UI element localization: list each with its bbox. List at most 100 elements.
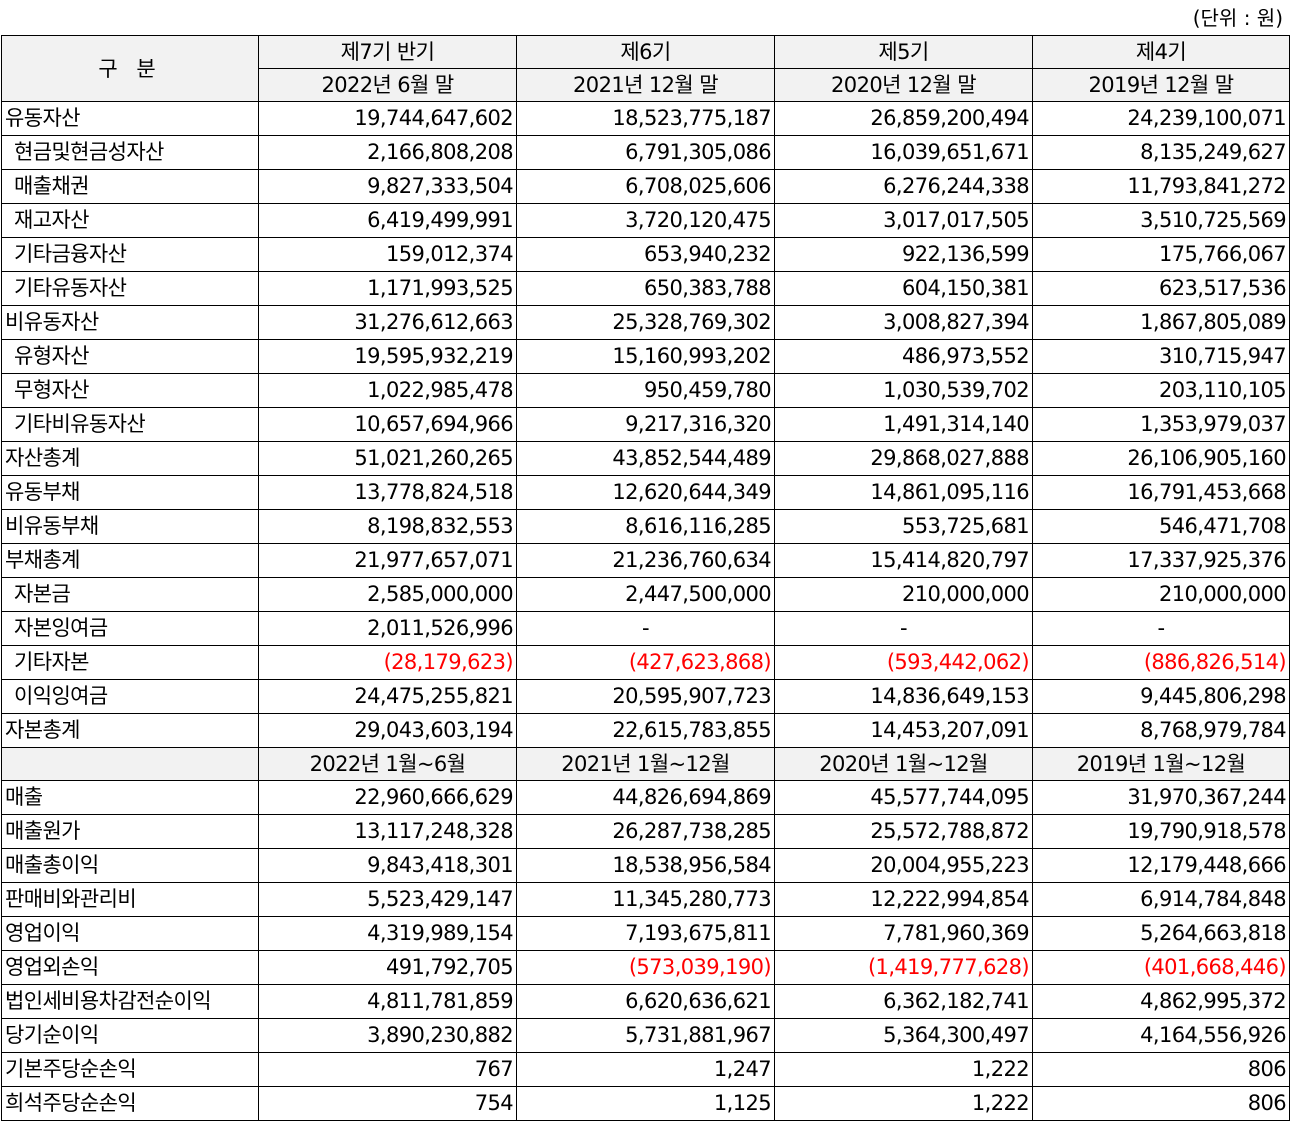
- value-cell: 3,720,120,475: [516, 203, 775, 238]
- value-cell: 51,021,260,265: [258, 441, 517, 476]
- value-cell: -: [774, 611, 1033, 646]
- row-label: 현금및현금성자산: [1, 135, 259, 170]
- value-cell: 12,222,994,854: [774, 882, 1033, 917]
- value-cell: 175,766,067: [1032, 237, 1290, 272]
- header-period-2: 제6기: [516, 35, 775, 69]
- value-cell: 491,792,705: [258, 950, 517, 985]
- value-cell: 9,827,333,504: [258, 169, 517, 204]
- value-cell: 19,595,932,219: [258, 339, 517, 374]
- value-cell: 1,491,314,140: [774, 407, 1033, 442]
- value-cell: -: [1032, 611, 1290, 646]
- row-label: 비유동부채: [1, 509, 259, 544]
- balance-row: 자본금 2,585,000,000 2,447,500,000 210,000,000…: [1, 577, 1290, 612]
- header-gubun: 구 분: [1, 35, 259, 102]
- value-cell: 11,793,841,272: [1032, 169, 1290, 204]
- row-label: 자본금: [1, 577, 259, 612]
- value-cell: (1,419,777,628): [774, 950, 1033, 985]
- row-label: 매출: [1, 780, 259, 815]
- value-cell: 5,731,881,967: [516, 1018, 775, 1053]
- balance-row: 기타금융자산 159,012,374 653,940,232 922,136,599 1…: [1, 237, 1290, 272]
- balance-row: 현금및현금성자산 2,166,808,208 6,791,305,086 16,039…: [1, 135, 1290, 170]
- value-cell: 21,236,760,634: [516, 543, 775, 578]
- row-label: 매출원가: [1, 814, 259, 849]
- value-cell: 29,868,027,888: [774, 441, 1033, 476]
- financial-summary-table: 구 분 제7기 반기 제6기 제5기 제4기 2022년 6월 말 2021년 …: [1, 35, 1290, 1121]
- value-cell: 767: [258, 1052, 517, 1087]
- header-date-1: 2022년 6월 말: [258, 68, 517, 102]
- value-cell: 22,960,666,629: [258, 780, 517, 815]
- value-cell: 623,517,536: [1032, 271, 1290, 306]
- header-date-3: 2020년 12월 말: [774, 68, 1033, 102]
- value-cell: 486,973,552: [774, 339, 1033, 374]
- value-cell: 13,117,248,328: [258, 814, 517, 849]
- balance-row: 자본총계 29,043,603,194 22,615,783,855 14,453,2…: [1, 713, 1290, 748]
- row-label: 기타자본: [1, 645, 259, 680]
- balance-row: 기타비유동자산 10,657,694,966 9,217,316,320 1,491,…: [1, 407, 1290, 442]
- income-row: 법인세비용차감전순이익 4,811,781,859 6,620,636,621 6,3…: [1, 984, 1290, 1019]
- value-cell: 5,523,429,147: [258, 882, 517, 917]
- value-cell: 1,867,805,089: [1032, 305, 1290, 340]
- value-cell: 4,862,995,372: [1032, 984, 1290, 1019]
- value-cell: (886,826,514): [1032, 645, 1290, 680]
- row-label: 유동자산: [1, 101, 259, 136]
- value-cell: 8,616,116,285: [516, 509, 775, 544]
- value-cell: 6,362,182,741: [774, 984, 1033, 1019]
- value-cell: 19,744,647,602: [258, 101, 517, 136]
- income-period-4: 2019년 1월~12월: [1032, 747, 1290, 781]
- value-cell: 6,708,025,606: [516, 169, 775, 204]
- row-label: 기타비유동자산: [1, 407, 259, 442]
- row-label: 당기순이익: [1, 1018, 259, 1053]
- row-label: 영업이익: [1, 916, 259, 951]
- value-cell: 3,017,017,505: [774, 203, 1033, 238]
- value-cell: 9,843,418,301: [258, 848, 517, 883]
- balance-row: 재고자산 6,419,499,991 3,720,120,475 3,017,017,…: [1, 203, 1290, 238]
- row-label: 판매비와관리비: [1, 882, 259, 917]
- value-cell: 15,160,993,202: [516, 339, 775, 374]
- row-label: 법인세비용차감전순이익: [1, 984, 259, 1019]
- balance-row: 자산총계 51,021,260,265 43,852,544,489 29,868,0…: [1, 441, 1290, 476]
- value-cell: 546,471,708: [1032, 509, 1290, 544]
- value-cell: 922,136,599: [774, 237, 1033, 272]
- value-cell: (593,442,062): [774, 645, 1033, 680]
- income-row: 영업이익 4,319,989,154 7,193,675,811 7,781,960,…: [1, 916, 1290, 951]
- value-cell: 653,940,232: [516, 237, 775, 272]
- row-label: 자산총계: [1, 441, 259, 476]
- value-cell: 17,337,925,376: [1032, 543, 1290, 578]
- balance-row: 기타유동자산 1,171,993,525 650,383,788 604,150,38…: [1, 271, 1290, 306]
- value-cell: 10,657,694,966: [258, 407, 517, 442]
- balance-row: 자본잉여금 2,011,526,996- - -: [1, 611, 1290, 646]
- balance-row: 유동부채 13,778,824,518 12,620,644,349 14,861,0…: [1, 475, 1290, 510]
- value-cell: (427,623,868): [516, 645, 775, 680]
- value-cell: 7,193,675,811: [516, 916, 775, 951]
- unit-note: (단위 : 원): [1192, 6, 1283, 30]
- header-period-1: 제7기 반기: [258, 35, 517, 69]
- value-cell: 3,510,725,569: [1032, 203, 1290, 238]
- balance-row: 무형자산 1,022,985,478 950,459,780 1,030,539,70…: [1, 373, 1290, 408]
- value-cell: 8,135,249,627: [1032, 135, 1290, 170]
- value-cell: 806: [1032, 1086, 1290, 1121]
- value-cell: 1,022,985,478: [258, 373, 517, 408]
- value-cell: 1,353,979,037: [1032, 407, 1290, 442]
- value-cell: 44,826,694,869: [516, 780, 775, 815]
- value-cell: 18,538,956,584: [516, 848, 775, 883]
- balance-row: 유형자산 19,595,932,219 15,160,993,202 486,973,…: [1, 339, 1290, 374]
- header-row-periods: 구 분 제7기 반기 제6기 제5기 제4기: [1, 35, 1290, 102]
- balance-row: 유동자산 19,744,647,602 18,523,775,187 26,859,2…: [1, 101, 1290, 136]
- value-cell: 9,445,806,298: [1032, 679, 1290, 714]
- value-cell: 8,768,979,784: [1032, 713, 1290, 748]
- value-cell: 15,414,820,797: [774, 543, 1033, 578]
- balance-row: 이익잉여금 24,475,255,821 20,595,907,723 14,836,…: [1, 679, 1290, 714]
- value-cell: 25,328,769,302: [516, 305, 775, 340]
- row-label: 매출총이익: [1, 848, 259, 883]
- value-cell: 5,364,300,497: [774, 1018, 1033, 1053]
- value-cell: 2,166,808,208: [258, 135, 517, 170]
- value-cell: 16,039,651,671: [774, 135, 1033, 170]
- value-cell: 2,585,000,000: [258, 577, 517, 612]
- value-cell: 1,030,539,702: [774, 373, 1033, 408]
- value-cell: (401,668,446): [1032, 950, 1290, 985]
- row-label: 부채총계: [1, 543, 259, 578]
- row-label: 자본잉여금: [1, 611, 259, 646]
- value-cell: 4,164,556,926: [1032, 1018, 1290, 1053]
- value-cell: 1,247: [516, 1052, 775, 1087]
- row-label: 희석주당순손익: [1, 1086, 259, 1121]
